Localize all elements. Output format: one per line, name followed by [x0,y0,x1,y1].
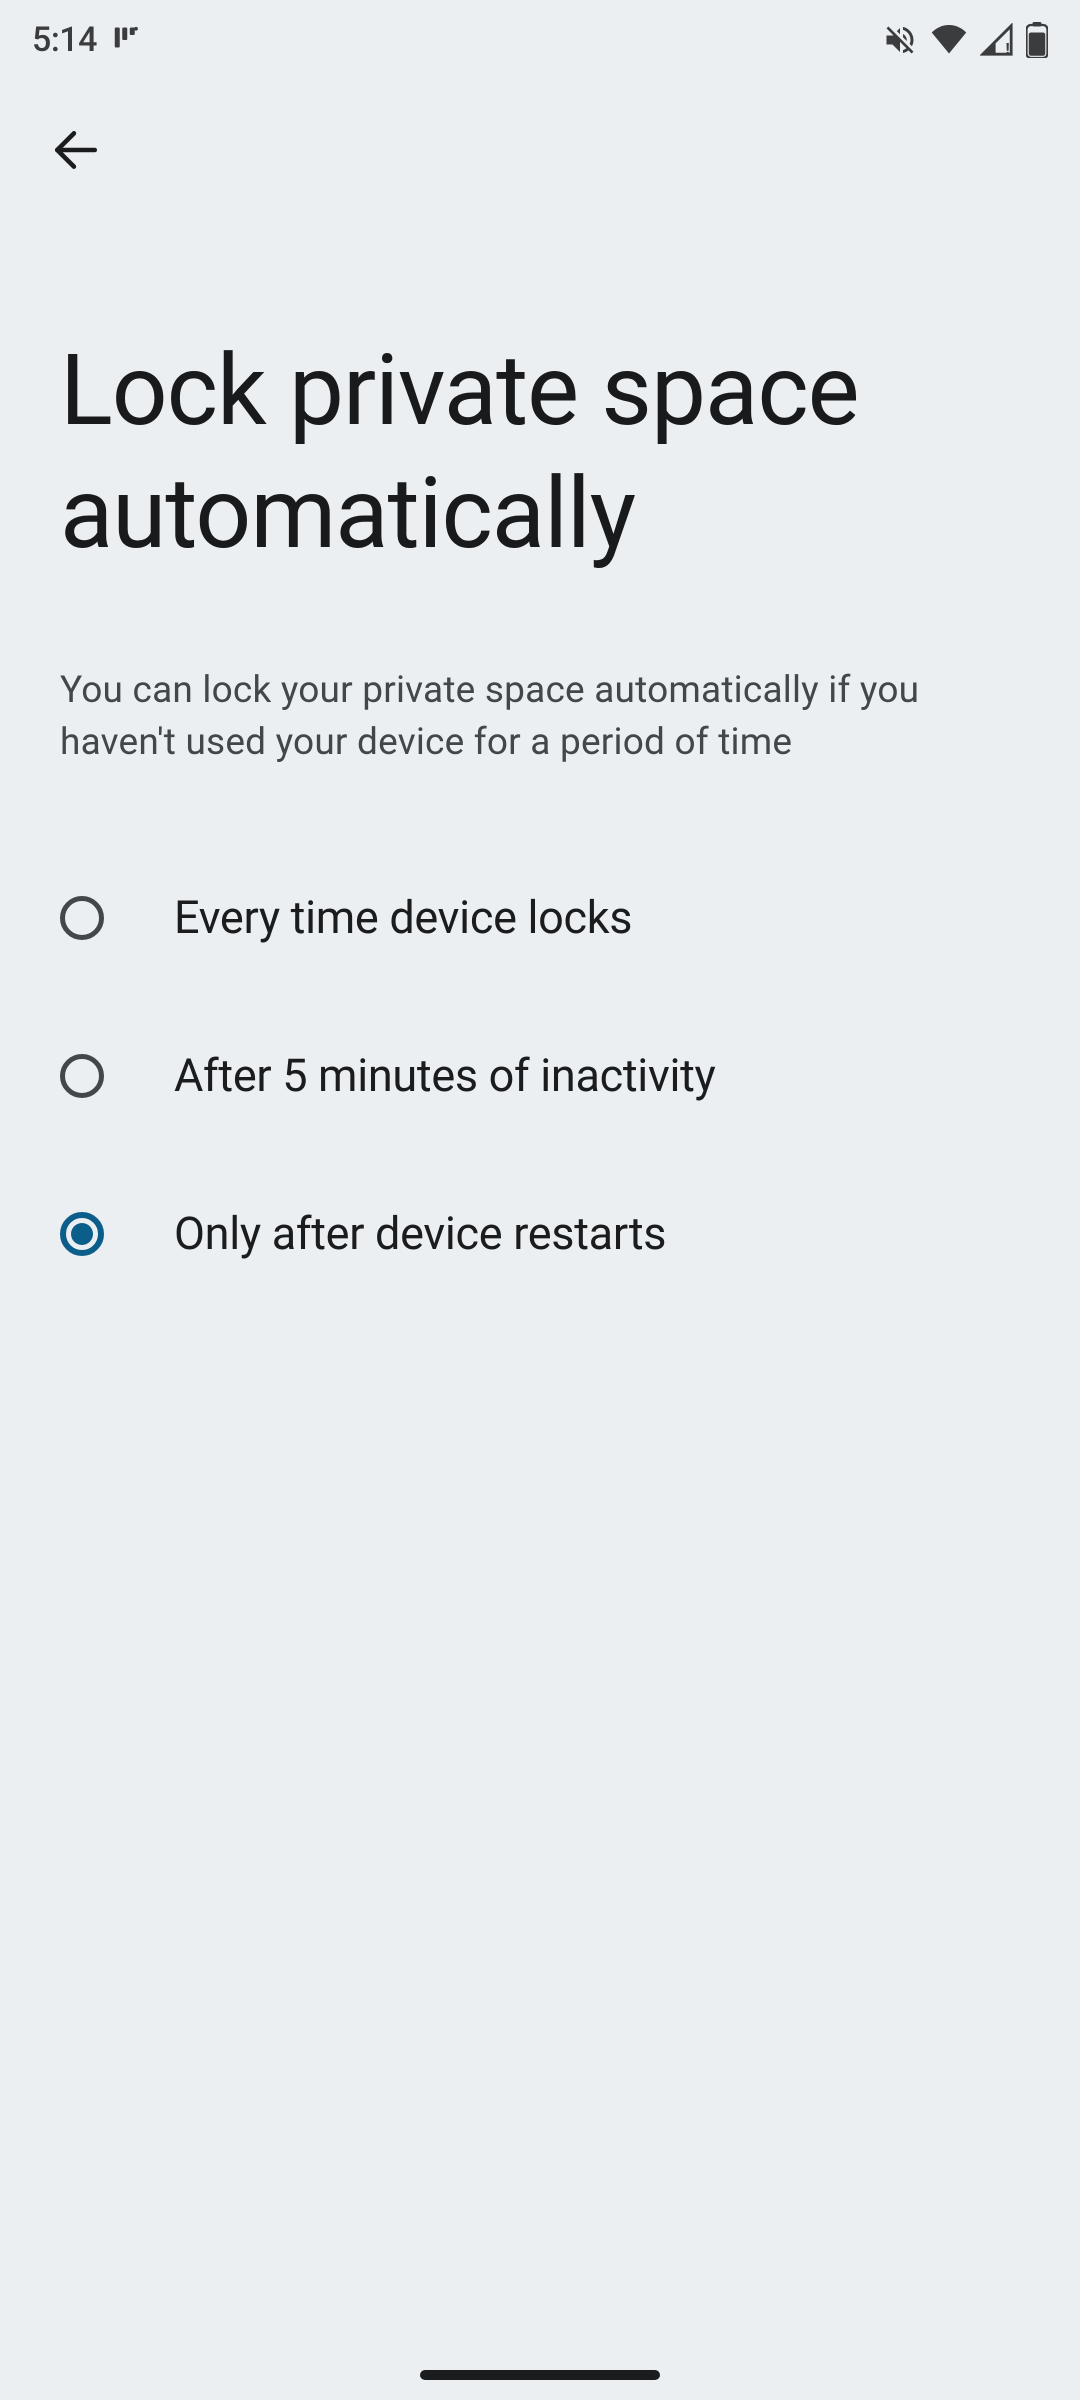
radio-icon [60,1054,104,1098]
radio-option-5-min-inactivity[interactable]: After 5 minutes of inactivity [0,997,1080,1155]
mute-icon [882,22,918,58]
battery-icon [1026,22,1048,58]
radio-option-every-lock[interactable]: Every time device locks [0,839,1080,997]
status-time: 5:14 [32,20,97,60]
status-right: ! [882,22,1048,58]
gesture-nav-handle[interactable] [420,2370,660,2380]
status-left: 5:14 [32,20,141,60]
radio-label: After 5 minutes of inactivity [174,1049,716,1102]
svg-text:!: ! [1006,40,1010,57]
now-playing-icon [111,25,141,55]
page-title: Lock private space automatically [0,220,1080,575]
radio-option-after-restart[interactable]: Only after device restarts [0,1155,1080,1313]
status-bar: 5:14 ! [0,0,1080,80]
radio-label: Only after device restarts [174,1207,666,1260]
signal-icon: ! [980,23,1014,57]
app-bar [0,80,1080,220]
radio-group: Every time device locks After 5 minutes … [0,769,1080,1313]
radio-label: Every time device locks [174,891,632,944]
page-subtitle: You can lock your private space automati… [0,575,1080,769]
radio-icon [60,1212,104,1256]
arrow-back-icon [51,125,101,175]
radio-icon [60,896,104,940]
back-button[interactable] [36,110,116,190]
wifi-icon [930,25,968,55]
